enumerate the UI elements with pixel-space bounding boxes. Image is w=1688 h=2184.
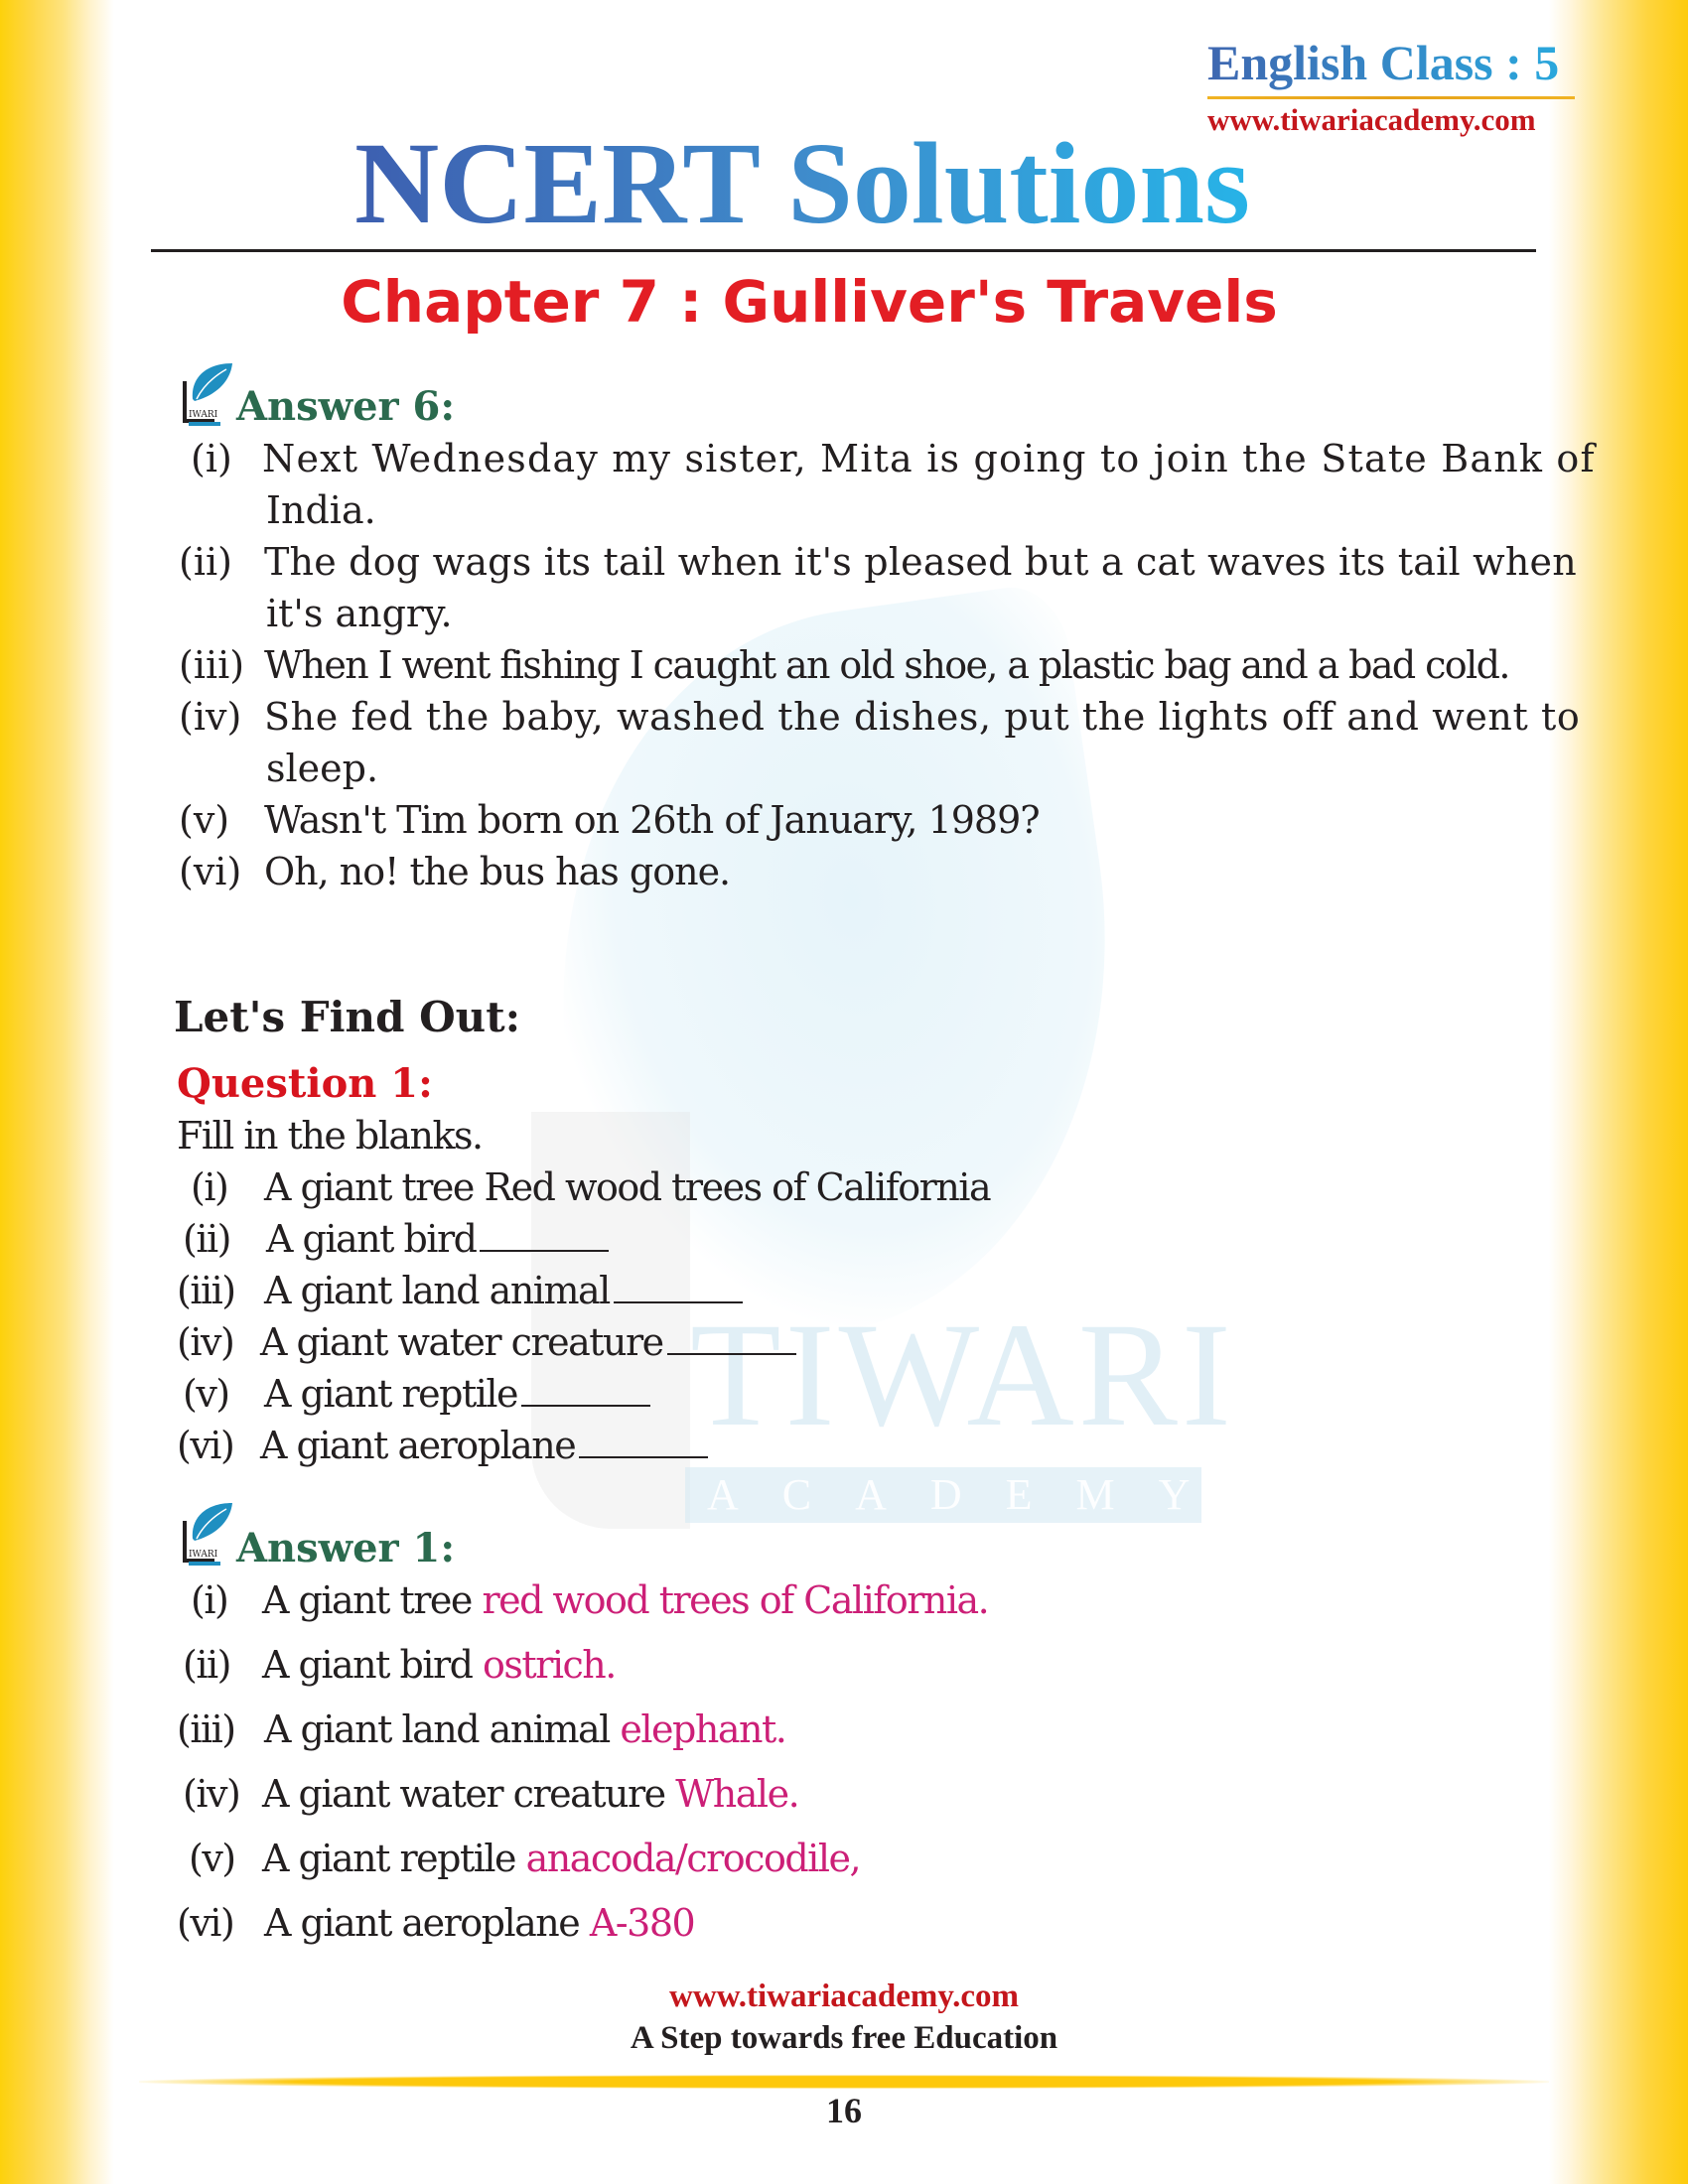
item-text: Wasn't Tim born on 26th of January, 1989… [264, 798, 1041, 842]
item-number: (ii) [179, 540, 232, 584]
item-answer: Whale. [675, 1772, 799, 1816]
list-item: (v) A giant reptile [183, 1372, 651, 1418]
list-item: (i) A giant tree Red wood trees of Califo… [191, 1165, 992, 1211]
item-number: (iii) [179, 643, 245, 687]
item-prompt: A giant bird [262, 1643, 474, 1687]
svg-text:IWARI: IWARI [189, 410, 218, 420]
item-text: Next Wednesday my sister, Mita is going … [262, 437, 1596, 480]
item-text: A giant reptile [264, 1372, 519, 1416]
tiwari-logo-icon: IWARI [183, 1503, 232, 1566]
list-item: (ii) A giant bird [183, 1217, 610, 1263]
answer-1-heading: Answer 1: [236, 1525, 456, 1571]
list-item-continuation: it's angry. [266, 592, 453, 635]
item-number: (iii) [177, 1707, 236, 1751]
list-item: (iii) A giant land animal [177, 1269, 743, 1314]
list-item: (vi) A giant aeroplane A-380 [177, 1901, 696, 1947]
chapter-title: Chapter 7 : Gulliver's Travels [0, 268, 1688, 336]
list-item: (vi) A giant aeroplane [177, 1424, 709, 1469]
item-number: (iv) [179, 695, 242, 739]
item-number: (ii) [183, 1217, 231, 1261]
fill-blank[interactable] [666, 1323, 796, 1355]
list-item: (iv) A giant water creature Whale. [183, 1772, 800, 1818]
item-prompt: A giant water creature [262, 1772, 666, 1816]
item-text: The dog wags its tail when it's pleased … [264, 540, 1577, 584]
item-text: A giant land animal [264, 1269, 611, 1312]
watermark-academy: ACADEMY [685, 1467, 1201, 1523]
footer-website-link[interactable]: www.tiwariacademy.com [0, 1979, 1688, 2015]
item-text: When I went fishing I caught an old shoe… [264, 643, 1510, 687]
list-item: (i) A giant tree red wood trees of Califo… [191, 1578, 990, 1624]
item-answer: ostrich. [483, 1643, 617, 1687]
fill-blank[interactable] [521, 1375, 651, 1407]
question-instruction: Fill in the blanks. [177, 1114, 484, 1158]
list-item: (vi) Oh, no! the bus has gone. [179, 850, 731, 895]
fill-blank[interactable] [613, 1272, 743, 1303]
brand-divider [1207, 96, 1575, 99]
item-number: (i) [191, 1578, 229, 1622]
list-item: (v) Wasn't Tim born on 26th of January, 1… [179, 798, 1041, 844]
item-prompt: A giant land animal [264, 1707, 611, 1751]
item-answer: A-380 [589, 1901, 696, 1945]
list-item: (ii) The dog wags its tail when it's plea… [179, 540, 1577, 586]
fill-blank[interactable] [480, 1220, 610, 1252]
item-prompt: A giant tree [262, 1578, 473, 1622]
title-divider [151, 249, 1536, 252]
footer-divider [139, 2075, 1549, 2089]
item-answer: elephant. [620, 1707, 786, 1751]
item-number: (iii) [177, 1269, 236, 1312]
item-number: (vi) [177, 1424, 235, 1467]
list-item: (ii) A giant bird ostrich. [183, 1643, 617, 1689]
list-item: (iv) A giant water creature [177, 1320, 796, 1366]
list-item: (iii) When I went fishing I caught an old… [179, 643, 1510, 689]
tiwari-logo-icon: IWARI [183, 363, 232, 426]
item-prompt: A giant reptile [262, 1837, 517, 1880]
section-heading: Let's Find Out: [174, 993, 521, 1041]
question-1-heading: Question 1: [177, 1060, 433, 1107]
svg-text:IWARI: IWARI [189, 1550, 218, 1560]
list-item: (iv) She fed the baby, washed the dishes,… [179, 695, 1580, 741]
item-answer: anacoda/crocodile, [525, 1837, 862, 1880]
item-text: She fed the baby, washed the dishes, put… [264, 695, 1581, 739]
list-item: (i) Next Wednesday my sister, Mita is goi… [191, 437, 1595, 482]
item-text: A giant tree Red wood trees of Californi… [264, 1165, 992, 1209]
fill-blank[interactable] [579, 1427, 709, 1458]
item-number: (i) [191, 1165, 229, 1209]
item-text: A giant water creature [260, 1320, 664, 1364]
class-label: English Class : 5 [1207, 35, 1560, 90]
footer-tagline: A Step towards free Education [630, 2020, 1058, 2056]
item-number: (vi) [177, 1901, 235, 1945]
item-text: A giant bird [266, 1217, 478, 1261]
list-item-continuation: India. [266, 488, 376, 532]
item-number: (i) [191, 437, 232, 480]
item-number: (ii) [183, 1643, 231, 1687]
list-item: (iii) A giant land animal elephant. [177, 1707, 787, 1753]
item-answer: red wood trees of California. [482, 1578, 989, 1622]
page-title: NCERT Solutions [354, 118, 1250, 248]
item-number: (iv) [183, 1772, 241, 1816]
item-number: (v) [183, 1372, 230, 1416]
answer-6-heading: Answer 6: [236, 383, 456, 430]
chapter-title-text: Chapter 7 : Gulliver's Travels [341, 268, 1278, 336]
page-number: 16 [826, 2091, 862, 2130]
list-item: (v) A giant reptile anacoda/crocodile, [189, 1837, 862, 1882]
header-website-link[interactable]: www.tiwariacademy.com [1207, 102, 1536, 138]
item-prompt: A giant aeroplane [264, 1901, 581, 1945]
item-number: (iv) [177, 1320, 235, 1364]
item-number: (v) [189, 1837, 236, 1880]
item-text: Oh, no! the bus has gone. [264, 850, 731, 893]
list-item-continuation: sleep. [266, 747, 379, 790]
item-number: (vi) [179, 850, 242, 893]
item-number: (v) [179, 798, 230, 842]
item-text: A giant aeroplane [260, 1424, 577, 1467]
